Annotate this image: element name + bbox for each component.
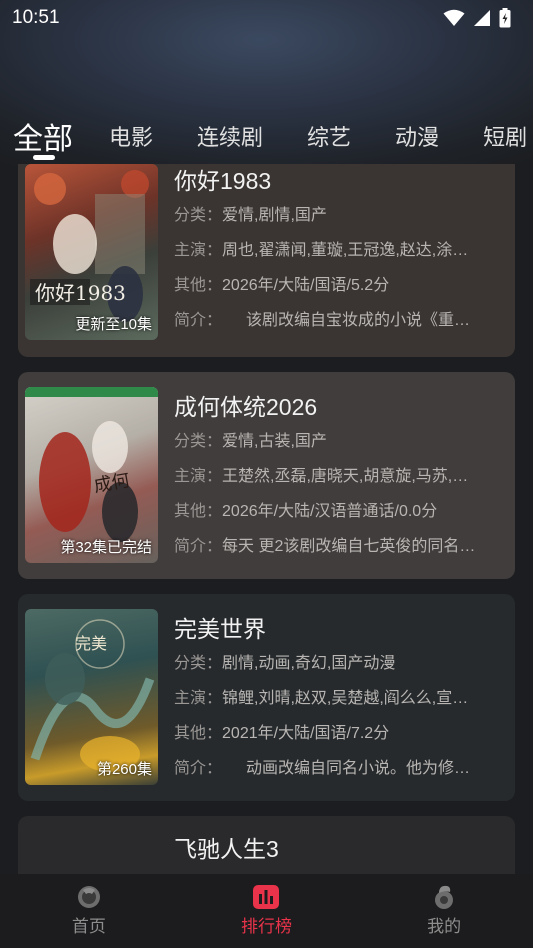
bottom-navigation: 首页 排行榜 我的 [0, 874, 533, 948]
cast-label: 主演： [174, 468, 223, 485]
other-value: 2026年/大陆/国语/5.2分 [222, 277, 390, 294]
category-value: 爱情,剧情,国产 [222, 207, 327, 224]
status-time: 10:51 [12, 7, 60, 28]
profile-icon [435, 885, 454, 909]
intro-value: 每天 更2该剧改编自七英俊的同名… [222, 538, 476, 555]
other-value: 2026年/大陆/汉语普通话/0.0分 [222, 503, 438, 520]
category-row: 分类：剧情,动画,奇幻,国产动漫 [174, 646, 507, 681]
item-title[interactable]: 飞驰人生3 [174, 832, 505, 866]
category-label: 分类： [174, 433, 223, 450]
home-icon [77, 886, 100, 908]
intro-label: 简介： [174, 312, 215, 329]
item-info: 完美世界 分类：剧情,动画,奇幻,国产动漫 主演：锦鲤,刘晴,赵双,吴楚越,阎么… [174, 612, 505, 786]
tab-series[interactable]: 连续剧 [197, 120, 263, 152]
tab-anime[interactable]: 动漫 [395, 120, 439, 152]
svg-text:你好1983: 你好1983 [35, 281, 126, 305]
tab-short-drama[interactable]: 短剧 [483, 120, 527, 152]
cast-value: 锦鲤,刘晴,赵双,吴楚越,阎么么,宣… [222, 690, 469, 707]
status-bar: 10:51 [0, 0, 533, 36]
category-value: 爱情,古装,国产 [222, 433, 327, 450]
item-info: 飞驰人生3 [174, 832, 505, 866]
item-info: 成何体统2026 分类：爱情,古装,国产 主演：王楚然,丞磊,唐晓天,胡意旋,马… [174, 390, 505, 564]
intro-label: 简介： [174, 760, 215, 777]
nav-home[interactable]: 首页 [29, 884, 149, 937]
other-row: 其他：2021年/大陆/国语/7.2分 [174, 716, 507, 751]
intro-value: 该剧改编自宝妆成的小说《重… [214, 312, 471, 329]
nav-ranking-label: 排行榜 [240, 917, 292, 936]
intro-row: 简介：每天 更2该剧改编自七英俊的同名… [174, 529, 507, 564]
cast-label: 主演： [174, 242, 223, 259]
category-row: 分类：爱情,古装,国产 [174, 424, 507, 459]
list-item[interactable]: 你好1983 更新至10集 你好1983 分类：爱情,剧情,国产 主演：周也,翟… [18, 164, 515, 357]
list-item[interactable]: 成何 第32集已完结 成何体统2026 分类：爱情,古装,国产 主演：王楚然,丞… [18, 372, 515, 579]
category-tabs: 全部 电影 连续剧 综艺 动漫 短剧 [0, 108, 533, 164]
active-tab-indicator [33, 155, 55, 160]
category-label: 分类： [174, 207, 223, 224]
cast-row: 主演：周也,翟潇闻,董璇,王冠逸,赵达,涂… [174, 233, 507, 268]
other-label: 其他： [174, 277, 223, 294]
episode-badge: 更新至10集 [75, 316, 152, 333]
video-list: 你好1983 更新至10集 你好1983 分类：爱情,剧情,国产 主演：周也,翟… [0, 164, 533, 874]
list-item[interactable]: 完美 第260集 完美世界 分类：剧情,动画,奇幻,国产动漫 主演：锦鲤,刘晴,… [18, 594, 515, 801]
poster-image[interactable]: 你好1983 更新至10集 [25, 164, 158, 340]
other-row: 其他：2026年/大陆/国语/5.2分 [174, 268, 507, 303]
poster-image[interactable]: 成何 第32集已完结 [25, 387, 158, 563]
intro-value: 动画改编自同名小说。他为修… [214, 760, 471, 777]
ranking-icon [253, 885, 280, 909]
cast-row: 主演：王楚然,丞磊,唐晓天,胡意旋,马苏,… [174, 459, 507, 494]
item-title[interactable]: 完美世界 [174, 612, 505, 646]
cast-row: 主演：锦鲤,刘晴,赵双,吴楚越,阎么么,宣… [174, 681, 507, 716]
episode-badge: 第260集 [96, 761, 152, 778]
battery-icon [499, 8, 511, 28]
svg-text:完美: 完美 [75, 634, 107, 653]
item-info: 你好1983 分类：爱情,剧情,国产 主演：周也,翟潇闻,董璇,王冠逸,赵达,涂… [174, 164, 505, 338]
signal-icon [474, 10, 490, 26]
cast-value: 周也,翟潇闻,董璇,王冠逸,赵达,涂… [222, 242, 469, 259]
category-row: 分类：爱情,剧情,国产 [174, 198, 507, 233]
item-title[interactable]: 你好1983 [174, 164, 505, 198]
other-value: 2021年/大陆/国语/7.2分 [222, 725, 390, 742]
other-row: 其他：2026年/大陆/汉语普通话/0.0分 [174, 494, 507, 529]
tab-variety[interactable]: 综艺 [307, 120, 351, 152]
intro-label: 简介： [174, 538, 223, 555]
episode-badge: 第32集已完结 [60, 539, 152, 556]
list-item[interactable]: 飞驰人生3 [18, 816, 515, 874]
cast-label: 主演： [174, 690, 223, 707]
nav-home-label: 首页 [71, 917, 106, 936]
other-label: 其他： [174, 725, 223, 742]
tab-all[interactable]: 全部 [13, 114, 73, 158]
intro-row: 简介： 该剧改编自宝妆成的小说《重… [174, 303, 507, 338]
nav-ranking[interactable]: 排行榜 [206, 884, 326, 937]
item-title[interactable]: 成何体统2026 [174, 390, 505, 424]
nav-profile-label: 我的 [427, 917, 462, 936]
wifi-icon [443, 9, 465, 26]
status-icons [443, 8, 511, 28]
intro-row: 简介： 动画改编自同名小说。他为修… [174, 751, 507, 786]
nav-profile[interactable]: 我的 [384, 884, 504, 937]
tab-movie[interactable]: 电影 [109, 120, 153, 152]
category-label: 分类： [174, 655, 223, 672]
other-label: 其他： [174, 503, 223, 520]
cast-value: 王楚然,丞磊,唐晓天,胡意旋,马苏,… [222, 468, 469, 485]
poster-image[interactable]: 完美 第260集 [25, 609, 158, 785]
category-value: 剧情,动画,奇幻,国产动漫 [222, 655, 396, 672]
